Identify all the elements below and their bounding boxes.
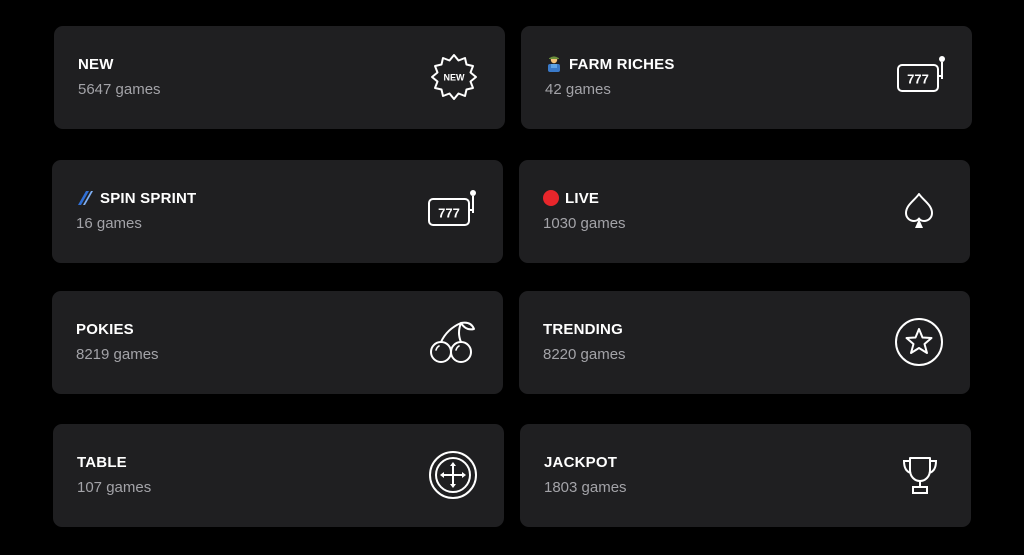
slot-machine-icon: 777 <box>896 52 946 102</box>
category-title: FARM RICHES <box>545 55 675 73</box>
category-count: 8219 games <box>76 346 159 363</box>
category-count: 5647 games <box>78 81 161 98</box>
category-count: 107 games <box>77 479 152 496</box>
category-count: 8220 games <box>543 346 626 363</box>
category-card-pokies[interactable]: POKIES 8219 games <box>52 291 503 394</box>
category-title: SPIN SPRINT <box>76 189 196 207</box>
category-title: JACKPOT <box>544 453 618 471</box>
category-card-spin-sprint[interactable]: SPIN SPRINT 16 games 777 <box>52 160 503 263</box>
slot-machine-icon: 777 <box>427 186 477 236</box>
card-text: JACKPOT 1803 games <box>544 453 627 497</box>
sprint-stripes-icon <box>76 189 94 207</box>
category-title: TRENDING <box>543 320 623 338</box>
category-title: TABLE <box>77 453 127 471</box>
category-card-table[interactable]: TABLE 107 games <box>53 424 504 527</box>
live-dot-icon <box>543 190 559 206</box>
card-text: NEW 5647 games <box>78 55 161 99</box>
slot-label: 777 <box>438 206 460 221</box>
card-text: LIVE 1030 games <box>543 189 626 232</box>
category-card-live[interactable]: LIVE 1030 games <box>519 160 970 263</box>
category-count: 42 games <box>545 81 611 98</box>
category-card-trending[interactable]: TRENDING 8220 games <box>519 291 970 394</box>
slot-label: 777 <box>907 72 929 87</box>
category-card-jackpot[interactable]: JACKPOT 1803 games <box>520 424 971 527</box>
card-text: FARM RICHES 42 games <box>545 55 675 99</box>
category-grid: NEW 5647 games NEW FARM RICHES 42 games … <box>0 0 1024 555</box>
category-card-farm-riches[interactable]: FARM RICHES 42 games 777 <box>521 26 972 129</box>
trophy-icon <box>895 450 945 500</box>
category-title: NEW <box>78 55 114 73</box>
card-text: SPIN SPRINT 16 games <box>76 189 196 233</box>
roulette-chip-icon <box>428 450 478 500</box>
category-card-new[interactable]: NEW 5647 games NEW <box>54 26 505 129</box>
category-count: 1030 games <box>543 215 626 232</box>
card-text: TRENDING 8220 games <box>543 320 626 364</box>
card-text: POKIES 8219 games <box>76 320 159 364</box>
category-count: 16 games <box>76 215 142 232</box>
category-title: POKIES <box>76 320 134 338</box>
star-circle-icon <box>894 317 944 367</box>
category-title: LIVE <box>543 189 626 207</box>
farmer-icon <box>545 55 563 73</box>
spade-icon <box>894 186 944 236</box>
category-count: 1803 games <box>544 479 627 496</box>
cherries-icon <box>427 317 477 367</box>
new-badge-icon: NEW <box>429 52 479 102</box>
card-text: TABLE 107 games <box>77 453 152 497</box>
badge-label: NEW <box>444 73 466 83</box>
